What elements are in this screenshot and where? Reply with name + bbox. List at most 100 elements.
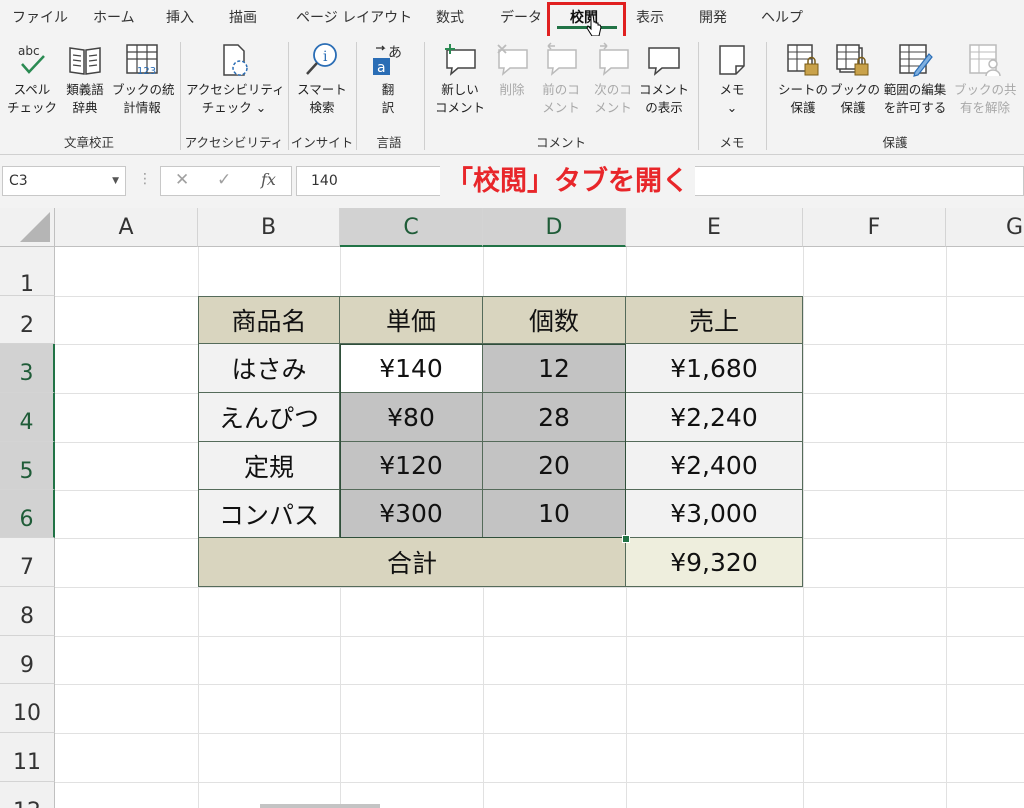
column-header-a[interactable]: A bbox=[55, 208, 198, 247]
row-header-4[interactable]: 4 bbox=[0, 393, 55, 442]
row-header-11[interactable]: 11 bbox=[0, 733, 55, 782]
translate-button[interactable]: a あ 翻 訳 bbox=[366, 42, 410, 117]
table-cell[interactable]: えんぴつ bbox=[198, 393, 340, 442]
group-label-language: 言語 bbox=[376, 135, 402, 150]
fill-handle[interactable] bbox=[622, 535, 630, 543]
select-all-triangle-icon bbox=[20, 212, 50, 242]
unshare-workbook-button[interactable]: ブックの共 有を解除 bbox=[954, 42, 1017, 117]
ribbon-separator bbox=[180, 42, 181, 150]
table-cell[interactable]: 12 bbox=[483, 344, 626, 393]
table-cell[interactable]: ¥80 bbox=[340, 393, 483, 442]
ribbon-tab-bar: ファイル ホーム 挿入 描画 ページ レイアウト 数式 データ 校閲 表示 開発… bbox=[0, 0, 1024, 44]
column-header-b[interactable]: B bbox=[198, 208, 340, 247]
total-value-cell[interactable]: ¥9,320 bbox=[626, 538, 803, 587]
column-header-e[interactable]: E bbox=[626, 208, 803, 247]
row-header-3[interactable]: 3 bbox=[0, 344, 55, 393]
protect-sheet-button[interactable]: シートの 保護 bbox=[774, 42, 832, 117]
group-label-notes: メモ bbox=[719, 135, 745, 150]
allow-edit-ranges-button[interactable]: 範囲の編集 を許可する bbox=[878, 42, 952, 117]
insert-function-icon[interactable]: fx bbox=[261, 170, 276, 189]
svg-text:a: a bbox=[377, 60, 386, 76]
row-header-8[interactable]: 8 bbox=[0, 587, 55, 636]
table-cell[interactable]: 10 bbox=[483, 490, 626, 538]
row-header-5[interactable]: 5 bbox=[0, 442, 55, 490]
worksheet-grid[interactable]: A B C D E F G 1 2 3 4 5 6 7 8 9 10 11 12… bbox=[0, 208, 1024, 808]
name-box-dropdown-icon[interactable]: ▼ bbox=[112, 167, 119, 195]
row-header-1[interactable]: 1 bbox=[0, 247, 55, 297]
svg-text:abc: abc bbox=[18, 44, 40, 58]
table-cell[interactable]: はさみ bbox=[198, 344, 340, 393]
group-label-proofing: 文章校正 bbox=[63, 135, 114, 150]
edit-ranges-icon bbox=[899, 44, 933, 77]
show-comments-button[interactable]: コメント の表示 bbox=[638, 42, 690, 117]
table-header-cell[interactable]: 単価 bbox=[340, 296, 483, 344]
new-comment-button[interactable]: 新しい コメント bbox=[432, 42, 488, 117]
tab-data[interactable]: データ bbox=[500, 0, 542, 36]
table-header-cell[interactable]: 商品名 bbox=[198, 296, 340, 344]
group-label-comments: コメント bbox=[535, 135, 586, 150]
tab-insert[interactable]: 挿入 bbox=[166, 0, 194, 36]
table-cell[interactable]: ¥120 bbox=[340, 442, 483, 490]
column-header-d[interactable]: D bbox=[483, 208, 626, 247]
cancel-icon[interactable]: ✕ bbox=[175, 170, 189, 190]
svg-text:あ: あ bbox=[388, 45, 402, 61]
gridline bbox=[55, 587, 1024, 588]
table-cell[interactable]: ¥2,400 bbox=[626, 442, 803, 490]
notes-button[interactable]: メモ ⌄ bbox=[710, 42, 754, 117]
row-header-2[interactable]: 2 bbox=[0, 296, 55, 344]
spell-check-button[interactable]: abc スペル チェック bbox=[6, 42, 58, 117]
horizontal-scrollbar[interactable] bbox=[260, 804, 380, 808]
ribbon-separator bbox=[698, 42, 699, 150]
total-label-cell[interactable]: 合計 bbox=[198, 538, 626, 587]
gridline bbox=[55, 782, 1024, 783]
thesaurus-button[interactable]: 類義語 辞典 bbox=[60, 42, 110, 117]
note-icon bbox=[719, 45, 745, 75]
workbook-statistics-button[interactable]: 123 ブックの統 計情報 bbox=[112, 42, 175, 117]
row-header-10[interactable]: 10 bbox=[0, 684, 55, 733]
tab-home[interactable]: ホーム bbox=[93, 0, 135, 36]
tab-draw[interactable]: 描画 bbox=[229, 0, 257, 36]
row-header-9[interactable]: 9 bbox=[0, 636, 55, 684]
accessibility-check-button[interactable]: アクセシビリティ チェック ⌄ bbox=[186, 42, 285, 117]
table-cell[interactable]: ¥3,000 bbox=[626, 490, 803, 538]
group-label-insights: インサイト bbox=[290, 135, 354, 150]
column-header-g[interactable]: G bbox=[946, 208, 1024, 247]
row-header-7[interactable]: 7 bbox=[0, 538, 55, 587]
column-header-c[interactable]: C bbox=[340, 208, 483, 247]
row-header-12[interactable]: 12 bbox=[0, 782, 55, 808]
select-all-button[interactable] bbox=[0, 208, 55, 247]
table-cell[interactable]: 定規 bbox=[198, 442, 340, 490]
name-box[interactable]: C3 ▼ bbox=[2, 166, 126, 196]
previous-comment-button[interactable]: 前のコ メント bbox=[536, 42, 586, 117]
table-cell[interactable]: コンパス bbox=[198, 490, 340, 538]
table-cell[interactable]: 20 bbox=[483, 442, 626, 490]
ribbon-separator bbox=[288, 42, 289, 150]
tab-page-layout[interactable]: ページ レイアウト bbox=[296, 0, 412, 36]
table-cell[interactable]: ¥300 bbox=[340, 490, 483, 538]
next-comment-icon bbox=[599, 42, 629, 76]
gridline bbox=[946, 247, 947, 808]
column-header-f[interactable]: F bbox=[803, 208, 946, 247]
table-cell[interactable]: ¥2,240 bbox=[626, 393, 803, 442]
ribbon-review: abc スペル チェック 類義語 辞典 123 ブックの統 計情報 文章校正 ア… bbox=[0, 36, 1024, 155]
formula-bar-grip-icon[interactable]: ⋮ bbox=[138, 171, 152, 187]
protect-workbook-button[interactable]: ブックの 保護 bbox=[830, 42, 880, 117]
next-comment-button[interactable]: 次のコ メント bbox=[588, 42, 638, 117]
active-cell[interactable]: ¥140 bbox=[340, 344, 483, 393]
smart-lookup-button[interactable]: i スマート 検索 bbox=[294, 42, 350, 117]
table-header-cell[interactable]: 個数 bbox=[483, 296, 626, 344]
tab-help[interactable]: ヘルプ bbox=[761, 0, 803, 36]
row-header-6[interactable]: 6 bbox=[0, 490, 55, 538]
delete-comment-button[interactable]: 削除 bbox=[490, 42, 534, 99]
table-header-cell[interactable]: 売上 bbox=[626, 296, 803, 344]
tab-view[interactable]: 表示 bbox=[636, 0, 664, 36]
table-cell[interactable]: ¥1,680 bbox=[626, 344, 803, 393]
enter-icon[interactable]: ✓ bbox=[217, 170, 231, 190]
name-box-value: C3 bbox=[9, 173, 28, 189]
table-cell[interactable]: 28 bbox=[483, 393, 626, 442]
tab-developer[interactable]: 開発 bbox=[699, 0, 727, 36]
unshare-workbook-icon bbox=[969, 44, 1001, 77]
tab-formulas[interactable]: 数式 bbox=[436, 0, 464, 36]
book-icon bbox=[69, 47, 101, 75]
tab-file[interactable]: ファイル bbox=[12, 0, 68, 36]
